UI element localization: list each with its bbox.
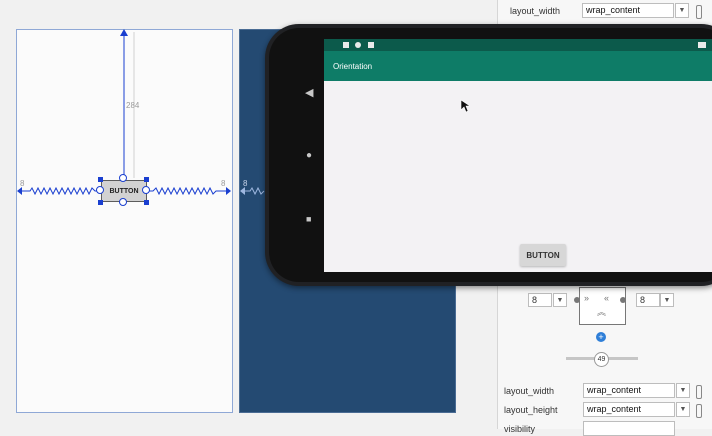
sd-card-icon	[368, 42, 374, 48]
notification-icon	[343, 42, 349, 48]
left-margin-dropdown-icon[interactable]: ▼	[553, 293, 567, 307]
chevron-down-icon[interactable]: ▼	[676, 383, 690, 398]
chevrons-right-icon: »	[584, 293, 590, 303]
device-screen[interactable]: Orientation BUTTON	[324, 39, 712, 272]
resize-handle-top-left[interactable]	[98, 177, 103, 182]
chevron-down-icon[interactable]: ▼	[675, 3, 689, 18]
attr-flag-icon[interactable]	[696, 5, 702, 19]
bottom-anchor[interactable]	[119, 198, 127, 206]
back-nav-icon[interactable]: ◀	[305, 86, 313, 99]
bias-slider-thumb[interactable]: 49	[594, 352, 609, 367]
chevrons-left-icon: «	[604, 293, 610, 303]
left-connector-dot	[574, 297, 580, 303]
left-margin-field[interactable]: 8	[528, 293, 552, 307]
resize-handle-bottom-left[interactable]	[98, 200, 103, 205]
app-bar: Orientation	[324, 51, 712, 81]
attr-name-layout-width: layout_width	[504, 386, 555, 396]
status-bar	[324, 39, 712, 51]
attr-value-layout-height[interactable]: wrap_content	[583, 402, 675, 417]
chevrons-up-icon: ︽	[597, 307, 607, 317]
attr-value-layout-width[interactable]: wrap_content	[583, 383, 675, 398]
right-constraint-spring	[147, 186, 230, 196]
sync-icon	[355, 42, 361, 48]
blueprint-left-arrow-icon	[240, 187, 245, 195]
blueprint-margin-label: 8	[243, 179, 248, 188]
chevron-down-icon[interactable]: ▼	[676, 402, 690, 417]
attr-name-visibility: visibility	[504, 424, 536, 434]
top-anchor[interactable]	[119, 174, 127, 182]
resize-handle-top-right[interactable]	[144, 177, 149, 182]
recents-nav-icon[interactable]: ■	[306, 214, 311, 224]
mouse-cursor-icon	[460, 99, 470, 113]
app-button[interactable]: BUTTON	[520, 244, 566, 266]
attr-name-layout-height: layout_height	[504, 405, 558, 415]
attr-flag-icon[interactable]	[696, 385, 702, 399]
right-margin-field[interactable]: 8	[636, 293, 660, 307]
right-margin-dropdown-icon[interactable]: ▼	[660, 293, 674, 307]
resize-handle-bottom-right[interactable]	[144, 200, 149, 205]
left-constraint-spring	[18, 186, 101, 196]
app-title: Orientation	[333, 62, 373, 71]
right-margin-label: 8	[221, 179, 226, 188]
left-arrow-icon	[17, 187, 22, 195]
left-margin-label: 8	[20, 179, 25, 188]
right-arrow-icon	[226, 187, 231, 195]
top-arrow-icon	[120, 29, 128, 36]
right-connector-dot	[620, 297, 626, 303]
left-anchor[interactable]	[96, 186, 104, 194]
attr-value-top[interactable]: wrap_content	[582, 3, 674, 18]
wifi-icon	[698, 42, 706, 48]
top-margin-label: 284	[126, 101, 140, 110]
home-nav-icon[interactable]: ●	[306, 150, 312, 161]
blueprint-left-spring	[243, 186, 265, 196]
attr-flag-icon[interactable]	[696, 404, 702, 418]
attr-name-top: layout_width	[510, 6, 561, 16]
right-anchor[interactable]	[142, 186, 150, 194]
add-constraint-icon[interactable]: +	[596, 332, 606, 342]
